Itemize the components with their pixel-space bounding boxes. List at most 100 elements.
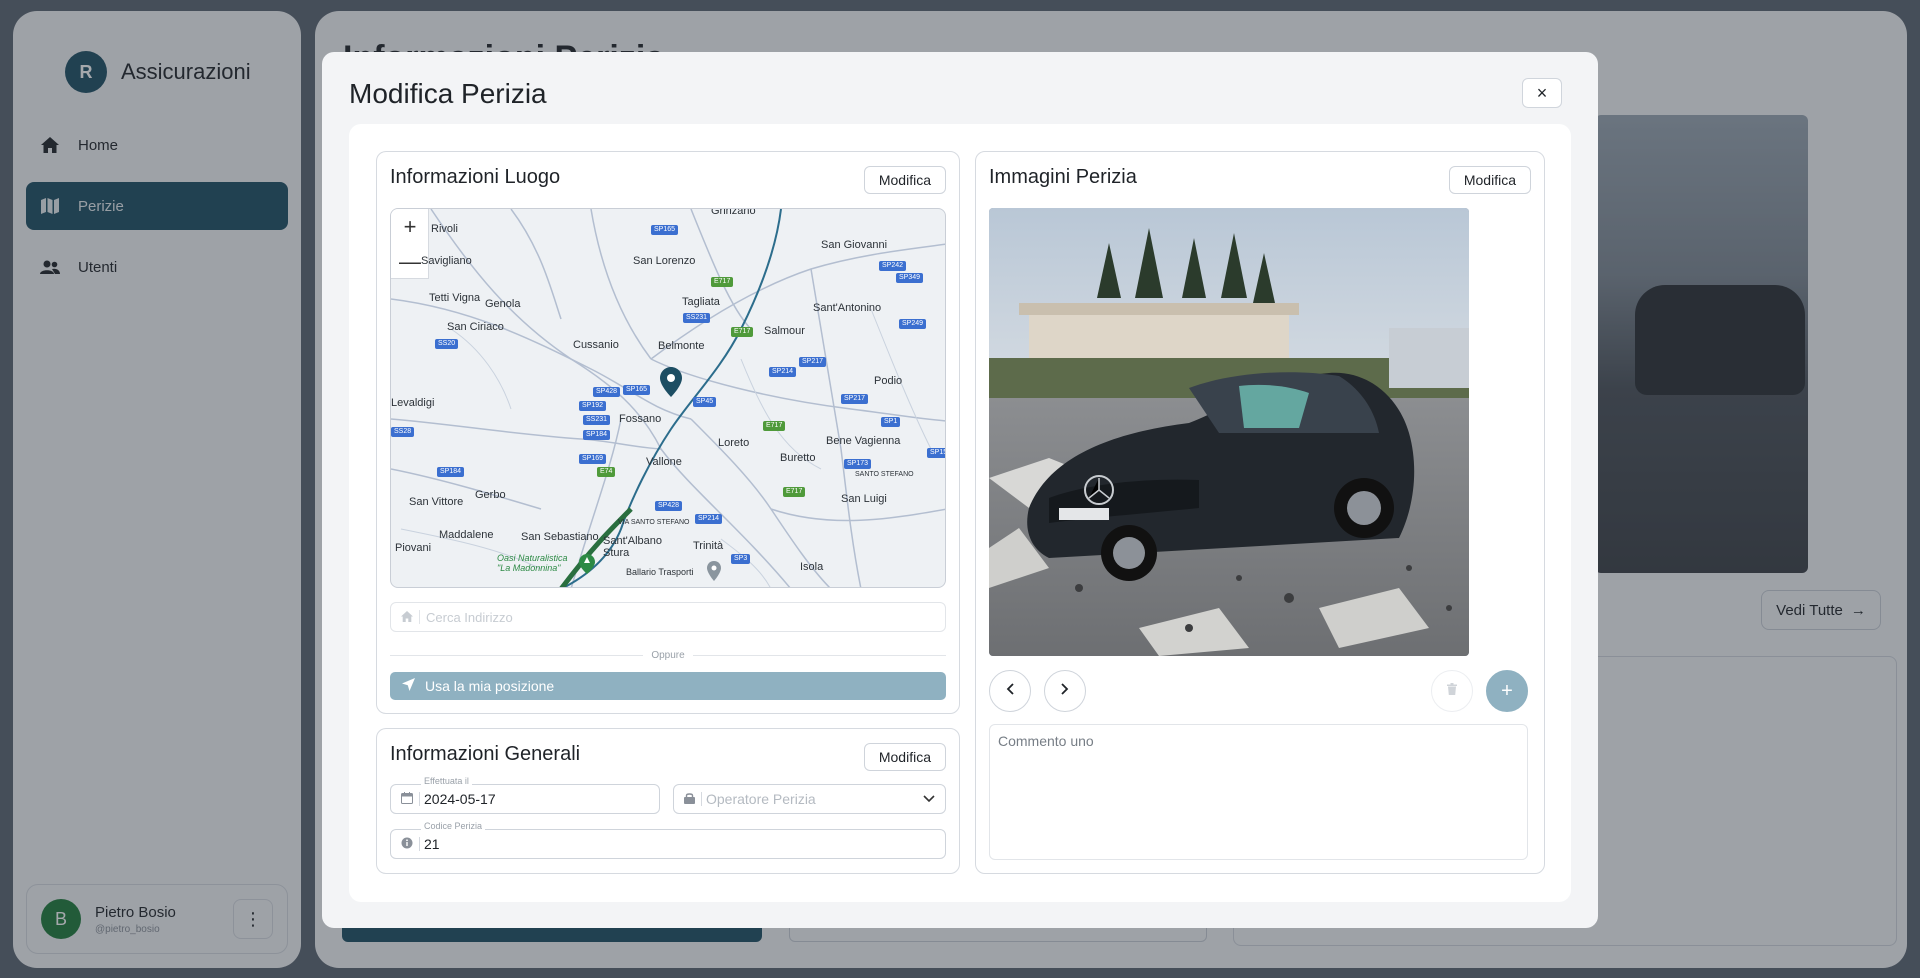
chevron-right-icon <box>1061 682 1069 700</box>
map-place-label: San Giovanni <box>821 239 888 251</box>
zoom-in-button[interactable]: + <box>391 209 429 244</box>
road-shield: SP184 <box>437 467 465 477</box>
map-place-label: Levaldigi <box>391 397 435 409</box>
map-place-label: Buretto <box>780 452 816 464</box>
park-marker-icon <box>579 554 595 574</box>
previous-image-button[interactable] <box>989 670 1031 712</box>
map-place-label: Sant'Antonino <box>813 302 882 314</box>
map-place-label: Sant'Albano Stura <box>603 535 662 559</box>
date-label: Effettuata il <box>421 776 472 786</box>
modal-title: Modifica Perizia <box>349 78 547 109</box>
road-shield: SP217 <box>841 394 869 404</box>
road-shield: SP214 <box>695 514 723 524</box>
map-place-label: Trinità <box>693 540 724 552</box>
road-shield: E717 <box>731 327 754 337</box>
road-shield: SP155 <box>927 448 945 458</box>
info-icon <box>401 836 413 852</box>
map-place-label: Isola <box>800 561 824 573</box>
road-shield: SP192 <box>579 401 607 411</box>
road-shield: SP242 <box>879 261 907 271</box>
or-divider: Oppure <box>390 648 947 662</box>
calendar-icon <box>401 791 413 807</box>
code-field[interactable]: Codice Perizia 21 <box>390 821 946 859</box>
edit-location-button[interactable]: Modifica <box>863 166 946 194</box>
map-place-label: Loreto <box>718 437 750 449</box>
road-shield: SP169 <box>579 454 607 464</box>
comment-textarea[interactable]: Commento uno <box>989 724 1528 860</box>
modal-body: Informazioni Luogo Modifica + — Grinzano… <box>349 124 1571 902</box>
chevron-down-icon <box>923 792 935 806</box>
images-card: Immagini Perizia Modifica + Commento uno <box>975 151 1545 874</box>
use-my-location-button[interactable]: Usa la mia posizione <box>390 672 946 700</box>
road-shield: SP428 <box>655 501 683 511</box>
operator-select[interactable]: Operatore Perizia <box>673 784 946 814</box>
map[interactable]: + — Grinzano Rivoli Savigliano San Loren… <box>390 208 946 588</box>
delete-image-button[interactable] <box>1431 670 1473 712</box>
map-place-label: Genola <box>485 298 521 310</box>
map-place-label: Fossano <box>619 413 662 425</box>
add-image-button[interactable]: + <box>1486 670 1528 712</box>
or-label: Oppure <box>651 649 685 661</box>
date-value: 2024-05-17 <box>424 791 496 807</box>
road-shield: SP165 <box>623 385 651 395</box>
map-place-label: SANTO STEFANO <box>855 471 914 478</box>
map-place-label: Salmour <box>764 325 805 337</box>
next-image-button[interactable] <box>1044 670 1086 712</box>
map-place-label: Vallone <box>646 456 682 468</box>
images-title: Immagini Perizia <box>989 166 1137 188</box>
road-shield: E717 <box>763 421 786 431</box>
edit-general-button[interactable]: Modifica <box>863 743 946 771</box>
edit-images-button[interactable]: Modifica <box>1448 166 1531 194</box>
road-shield: SP165 <box>651 225 679 235</box>
road-shield: SP184 <box>583 430 611 440</box>
road-shield: SS20 <box>435 339 459 349</box>
road-shield: E717 <box>783 487 806 497</box>
map-place-label: San Sebastiano <box>521 531 599 543</box>
road-shield: E74 <box>597 467 616 477</box>
road-shield: SP428 <box>593 387 621 397</box>
road-shield: SS231 <box>583 415 611 425</box>
map-place-label: Tetti Vigna <box>429 292 481 304</box>
plus-icon: + <box>1501 679 1513 702</box>
road-shield: SP249 <box>899 319 927 329</box>
road-shield: SP173 <box>844 459 872 469</box>
trash-icon <box>1447 682 1457 700</box>
map-place-label: San Ciriaco <box>447 321 504 333</box>
map-place-label: San Lorenzo <box>633 255 696 267</box>
road-shield: SS231 <box>683 313 711 323</box>
location-pin-icon[interactable] <box>660 367 682 397</box>
chevron-left-icon <box>1006 682 1014 700</box>
location-arrow-icon <box>402 678 415 694</box>
map-place-label: Rivoli <box>431 223 458 235</box>
address-search-input[interactable]: Cerca Indirizzo <box>390 602 946 632</box>
location-card: Informazioni Luogo Modifica + — Grinzano… <box>376 151 960 714</box>
road-shield: SP214 <box>769 367 797 377</box>
map-place-label: San Luigi <box>841 493 887 505</box>
map-place-label: Maddalene <box>439 529 494 541</box>
edit-perizia-modal: Modifica Perizia × Informazioni Luogo Mo… <box>322 52 1598 928</box>
road-shield: SS28 <box>391 427 415 437</box>
map-place-label: Oasi Naturalistica "La Madonnina" <box>497 553 568 573</box>
map-place-label: Bene Vagienna <box>826 435 901 447</box>
map-place-label: Podio <box>874 375 903 387</box>
map-place-label: Savigliano <box>421 255 472 267</box>
road-shield: SP349 <box>896 273 924 283</box>
operator-placeholder: Operatore Perizia <box>706 791 816 807</box>
close-button[interactable]: × <box>1522 78 1562 108</box>
code-label: Codice Perizia <box>421 821 486 831</box>
location-title: Informazioni Luogo <box>390 166 561 188</box>
address-search-placeholder: Cerca Indirizzo <box>426 609 513 625</box>
map-place-label: Cussanio <box>573 339 619 351</box>
general-info-title: Informazioni Generali <box>390 743 581 765</box>
map-place-label: Ballario Trasporti <box>626 567 694 577</box>
road-shield: SP3 <box>731 554 751 564</box>
map-place-label: Grinzano <box>711 208 756 217</box>
date-field[interactable]: Effettuata il 2024-05-17 <box>390 776 660 814</box>
lock-icon <box>684 791 695 807</box>
map-place-label: San Vittore <box>409 496 464 508</box>
map-place-label: Tagliata <box>682 296 720 308</box>
poi-marker-icon <box>707 561 721 581</box>
map-place-label: VIA SANTO STEFANO <box>618 519 690 526</box>
road-shield: SP1 <box>881 417 901 427</box>
map-place-label: Belmonte <box>658 340 705 352</box>
